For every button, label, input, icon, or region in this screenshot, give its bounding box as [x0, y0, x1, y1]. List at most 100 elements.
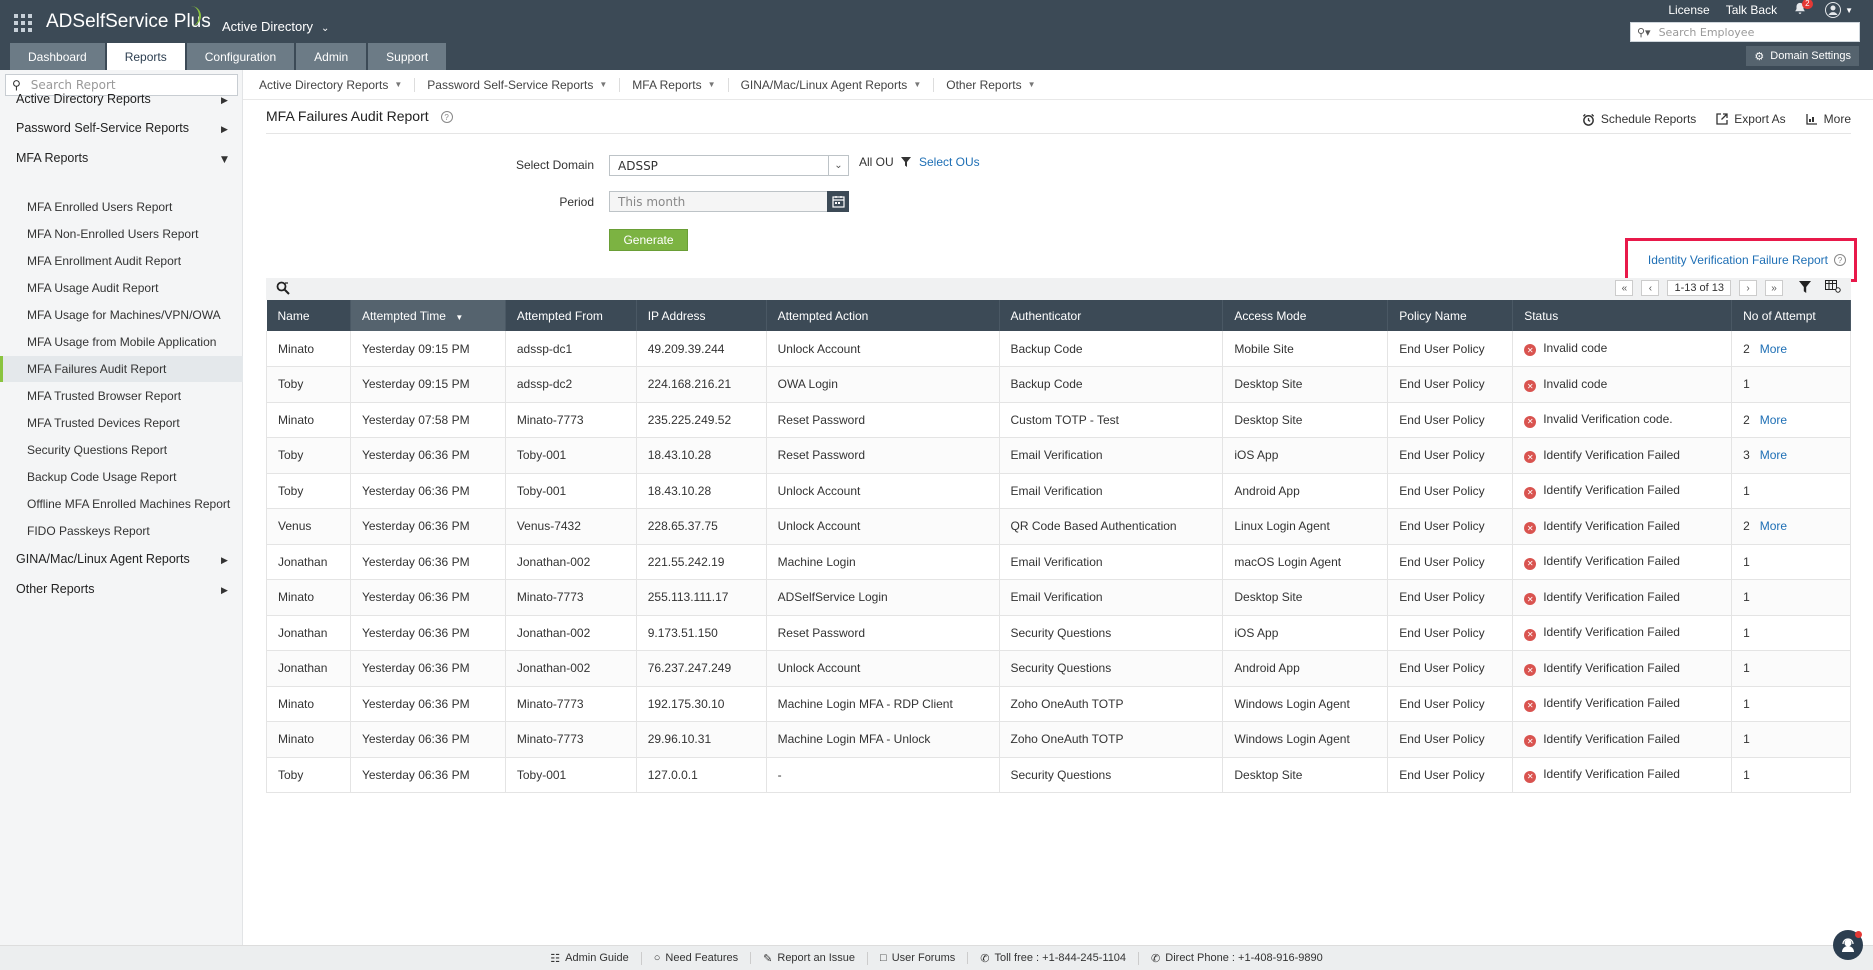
table-row[interactable]: Venus Yesterday 06:36 PM Venus-7432 228.65.…	[266, 508, 1851, 545]
calendar-icon[interactable]	[827, 191, 849, 212]
generate-button[interactable]: Generate	[609, 229, 688, 251]
help-icon[interactable]: ?	[440, 111, 453, 124]
more-button[interactable]: More	[1806, 112, 1851, 126]
chevron-down-icon[interactable]: ▼	[221, 155, 228, 165]
sidebar-group-active-directory[interactable]: Active Directory Reports	[16, 92, 151, 106]
sidebar-item-security-questions[interactable]: Security Questions Report	[0, 437, 243, 463]
sidebar-item-mfa-enrolled-users[interactable]: MFA Enrolled Users Report	[0, 194, 243, 220]
select-ous-label: Select OUs	[919, 155, 980, 169]
gear-icon: ⚙	[1754, 50, 1765, 63]
next-page-button[interactable]: ›	[1739, 280, 1757, 296]
sidebar-item-mfa-failures-audit[interactable]: MFA Failures Audit Report	[0, 356, 243, 382]
subnav-other[interactable]: Other Reports ▼	[934, 78, 1047, 92]
first-page-button[interactable]: «	[1615, 280, 1634, 296]
table-row[interactable]: Toby Yesterday 09:15 PM adssp-dc2 224.168.2…	[266, 366, 1851, 403]
help-icon[interactable]: ?	[1834, 254, 1846, 266]
column-settings-icon[interactable]	[1825, 280, 1841, 296]
user-forums-label: User Forums	[891, 952, 956, 964]
table-row[interactable]: Jonathan Yesterday 06:36 PM Jonathan-002 76…	[266, 650, 1851, 687]
table-row[interactable]: Jonathan Yesterday 06:36 PM Jonathan-002 9.…	[266, 615, 1851, 651]
admin-guide-link[interactable]: ☷ Admin Guide	[538, 951, 642, 965]
need-features-link[interactable]: ○ Need Features	[642, 952, 752, 964]
subnav-gina-agent[interactable]: GINA/Mac/Linux Agent Reports ▼	[729, 77, 935, 92]
schedule-reports-button[interactable]: Schedule Reports	[1582, 112, 1696, 126]
table-row[interactable]: Toby Yesterday 06:36 PM Toby-001 18.43.10.2…	[266, 473, 1851, 509]
table-row[interactable]: Jonathan Yesterday 06:36 PM Jonathan-002 22…	[266, 544, 1851, 580]
table-header-row: Name Attempted Time ▼ Attempted From IP …	[266, 300, 1851, 331]
sidebar-item-mfa-usage-machines[interactable]: MFA Usage for Machines/VPN/OWA	[0, 302, 243, 328]
more-attempts-link[interactable]: More	[1760, 342, 1787, 356]
chevron-right-icon[interactable]: ▶	[221, 586, 228, 596]
table-row[interactable]: Minato Yesterday 09:15 PM adssp-dc1 49.209.…	[266, 331, 1851, 367]
table-filter-icon[interactable]	[1799, 280, 1811, 296]
column-header-access-mode[interactable]: Access Mode	[1222, 300, 1389, 331]
tab-configuration[interactable]: Configuration	[186, 43, 295, 70]
app-grid-icon[interactable]	[14, 14, 32, 32]
tab-reports[interactable]: Reports	[106, 43, 185, 70]
sidebar-item-mfa-usage-audit[interactable]: MFA Usage Audit Report	[0, 275, 243, 301]
user-menu[interactable]: ▼	[1825, 2, 1853, 18]
chevron-right-icon[interactable]: ▶	[221, 556, 228, 566]
report-issue-link[interactable]: ✎ Report an Issue	[751, 951, 869, 965]
column-header-authenticator[interactable]: Authenticator	[999, 300, 1224, 331]
column-header-attempted-from[interactable]: Attempted From	[505, 300, 637, 331]
sidebar-item-fido-passkeys[interactable]: FIDO Passkeys Report	[0, 518, 243, 544]
cell-name: Toby	[266, 757, 351, 793]
talk-back-link[interactable]: Talk Back	[1726, 3, 1777, 17]
column-header-ip-address[interactable]: IP Address	[636, 300, 767, 331]
column-header-attempted-action[interactable]: Attempted Action	[766, 300, 1000, 331]
table-row[interactable]: Minato Yesterday 06:36 PM Minato-7773 255.1…	[266, 579, 1851, 616]
cell-policy-name: End User Policy	[1387, 331, 1514, 367]
table-row[interactable]: Minato Yesterday 07:58 PM Minato-7773 235.2…	[266, 402, 1851, 438]
column-header-no-of-attempt[interactable]: No of Attempt	[1731, 300, 1851, 331]
table-row[interactable]: Toby Yesterday 06:36 PM Toby-001 18.43.10.2…	[266, 437, 1851, 474]
subnav-password-self-service[interactable]: Password Self-Service Reports ▼	[415, 77, 621, 92]
select-ous-link[interactable]: Select OUs	[901, 155, 980, 169]
more-attempts-link[interactable]: More	[1760, 448, 1787, 462]
directory-select[interactable]: Active Directory ⌄	[222, 19, 329, 34]
employee-search-input[interactable]: ⚲▾ Search Employee	[1630, 22, 1860, 42]
sidebar-group-other[interactable]: Other Reports	[16, 582, 95, 596]
table-row[interactable]: Minato Yesterday 06:36 PM Minato-7773 29.96…	[266, 721, 1851, 758]
chevron-right-icon[interactable]: ▶	[221, 96, 228, 106]
domain-select[interactable]: ADSSP ⌄	[609, 155, 849, 176]
sidebar-item-mfa-enrollment-audit[interactable]: MFA Enrollment Audit Report	[0, 248, 243, 274]
sidebar-item-offline-mfa-machines[interactable]: Offline MFA Enrolled Machines Report	[0, 491, 243, 517]
period-input[interactable]: This month	[609, 191, 849, 212]
sidebar-group-mfa[interactable]: MFA Reports	[16, 151, 88, 165]
subnav-mfa[interactable]: MFA Reports ▼	[620, 77, 729, 92]
license-link[interactable]: License	[1668, 3, 1709, 17]
sidebar-group-password-self-service[interactable]: Password Self-Service Reports	[16, 121, 189, 135]
chat-support-button[interactable]	[1833, 930, 1863, 960]
more-attempts-link[interactable]: More	[1760, 519, 1787, 533]
user-forums-link[interactable]: □ User Forums	[868, 952, 969, 964]
table-row[interactable]: Minato Yesterday 06:36 PM Minato-7773 192.1…	[266, 686, 1851, 722]
more-attempts-link[interactable]: More	[1760, 413, 1787, 427]
domain-settings-button[interactable]: ⚙ Domain Settings	[1746, 46, 1859, 66]
cell-attempted-time: Yesterday 06:36 PM	[350, 579, 506, 616]
chevron-right-icon[interactable]: ▶	[221, 125, 228, 135]
column-header-status[interactable]: Status	[1512, 300, 1733, 331]
tab-support[interactable]: Support	[368, 43, 447, 70]
sidebar-item-mfa-trusted-devices[interactable]: MFA Trusted Devices Report	[0, 410, 243, 436]
column-header-name[interactable]: Name	[266, 300, 351, 331]
table-row[interactable]: Toby Yesterday 06:36 PM Toby-001 127.0.0.1-…	[266, 757, 1851, 793]
export-as-button[interactable]: Export As	[1716, 112, 1786, 126]
last-page-button[interactable]: »	[1765, 280, 1783, 296]
notification-bell-icon[interactable]: 2	[1793, 0, 1813, 18]
sidebar-item-mfa-non-enrolled-users[interactable]: MFA Non-Enrolled Users Report	[0, 221, 243, 247]
sidebar-item-backup-code-usage[interactable]: Backup Code Usage Report	[0, 464, 243, 490]
cell-attempted-from: Minato-7773	[505, 402, 637, 438]
column-header-attempted-time[interactable]: Attempted Time ▼	[350, 300, 506, 331]
sidebar-item-mfa-usage-mobile[interactable]: MFA Usage from Mobile Application	[0, 329, 243, 355]
identity-verification-failure-report-link[interactable]: Identity Verification Failure Report ?	[1625, 238, 1857, 282]
table-search-icon[interactable]	[276, 281, 290, 298]
tab-admin[interactable]: Admin	[296, 43, 367, 70]
column-header-policy-name[interactable]: Policy Name	[1387, 300, 1514, 331]
alarm-clock-icon	[1582, 113, 1594, 126]
tab-dashboard[interactable]: Dashboard	[10, 43, 105, 70]
sidebar-item-mfa-trusted-browser[interactable]: MFA Trusted Browser Report	[0, 383, 243, 409]
sidebar-group-gina-agent[interactable]: GINA/Mac/Linux Agent Reports	[16, 552, 190, 566]
prev-page-button[interactable]: ‹	[1641, 280, 1660, 296]
subnav-active-directory[interactable]: Active Directory Reports ▼	[259, 77, 416, 92]
